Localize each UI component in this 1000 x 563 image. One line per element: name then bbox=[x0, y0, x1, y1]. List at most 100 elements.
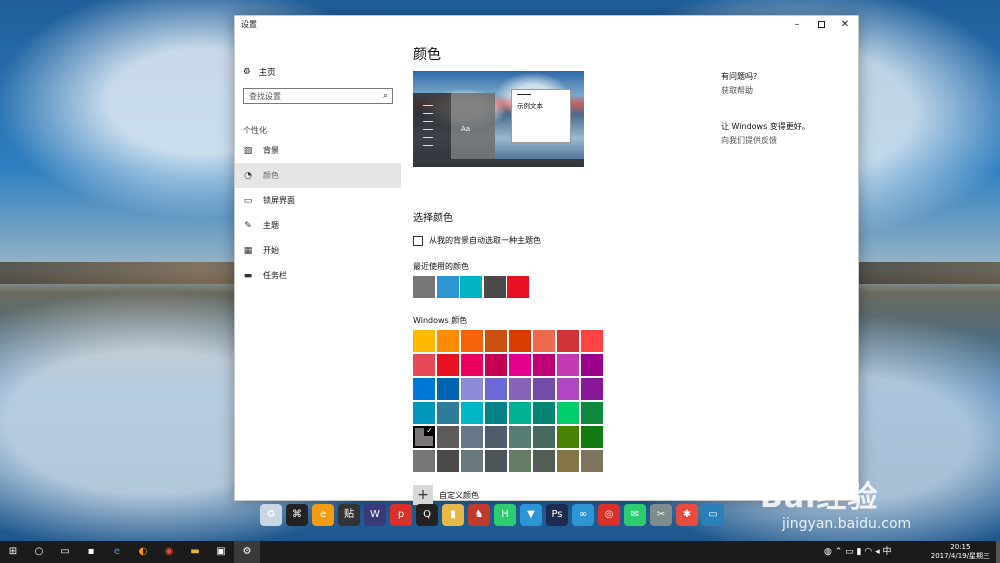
wizard-icon[interactable]: W bbox=[364, 504, 386, 526]
show-desktop-button[interactable] bbox=[996, 541, 1000, 563]
baidu-cloud-icon[interactable]: ∞ bbox=[572, 504, 594, 526]
color-swatch[interactable] bbox=[413, 354, 435, 376]
color-swatch[interactable] bbox=[533, 330, 555, 352]
color-swatch[interactable] bbox=[557, 450, 579, 472]
tray-icons[interactable]: ◍ ⌃ ▭ ▮ ◠ ◂ 中 bbox=[824, 541, 892, 563]
color-swatch[interactable] bbox=[509, 426, 531, 448]
close-button[interactable]: ✕ bbox=[832, 17, 858, 33]
sidebar-item-4[interactable]: ▦ 开始 bbox=[235, 238, 401, 263]
color-swatch[interactable] bbox=[533, 354, 555, 376]
color-swatch[interactable] bbox=[509, 450, 531, 472]
task-view-button[interactable]: ▭ bbox=[52, 541, 78, 563]
color-swatch[interactable] bbox=[413, 402, 435, 424]
color-swatch[interactable] bbox=[437, 378, 459, 400]
color-swatch[interactable] bbox=[557, 354, 579, 376]
color-swatch[interactable] bbox=[485, 354, 507, 376]
recent-color-swatch[interactable] bbox=[460, 276, 482, 298]
taskbar-edge[interactable]: e bbox=[104, 541, 130, 563]
color-swatch[interactable] bbox=[509, 330, 531, 352]
photoshop-icon[interactable]: Ps bbox=[546, 504, 568, 526]
color-swatch[interactable]: ✓ bbox=[413, 426, 435, 448]
color-swatch[interactable] bbox=[437, 354, 459, 376]
maximize-button[interactable] bbox=[808, 17, 834, 33]
game-icon[interactable]: ♞ bbox=[468, 504, 490, 526]
color-swatch[interactable] bbox=[413, 450, 435, 472]
home-link[interactable]: ⚙ 主页 bbox=[243, 64, 276, 80]
color-swatch[interactable] bbox=[413, 330, 435, 352]
color-swatch[interactable] bbox=[461, 378, 483, 400]
color-swatch[interactable] bbox=[485, 330, 507, 352]
feedback-link[interactable]: 向我们提供反馈 bbox=[721, 135, 777, 146]
search-box[interactable]: 查找设置 ⌕ bbox=[243, 88, 393, 104]
taskbar-music[interactable]: ◉ bbox=[156, 541, 182, 563]
remote-icon[interactable]: ▭ bbox=[702, 504, 724, 526]
taskbar-settings[interactable]: ⚙ bbox=[234, 541, 260, 563]
color-swatch[interactable] bbox=[485, 426, 507, 448]
taskbar-browser[interactable]: ◐ bbox=[130, 541, 156, 563]
color-swatch[interactable] bbox=[437, 450, 459, 472]
color-swatch[interactable] bbox=[437, 402, 459, 424]
browser-icon[interactable]: e bbox=[312, 504, 334, 526]
cleaner-icon[interactable]: ✱ bbox=[676, 504, 698, 526]
bookmark-icon[interactable]: ▼ bbox=[520, 504, 542, 526]
cortana-button[interactable]: ○ bbox=[26, 541, 52, 563]
auto-pick-row[interactable]: 从我的背景自动选取一种主题色 bbox=[413, 235, 541, 246]
get-help-link[interactable]: 获取帮助 bbox=[721, 85, 753, 96]
color-swatch[interactable] bbox=[437, 426, 459, 448]
auto-pick-checkbox[interactable] bbox=[413, 235, 423, 246]
color-swatch[interactable] bbox=[581, 330, 603, 352]
color-swatch[interactable] bbox=[581, 354, 603, 376]
netease-music-icon[interactable]: ◎ bbox=[598, 504, 620, 526]
color-swatch[interactable] bbox=[413, 378, 435, 400]
color-swatch[interactable] bbox=[461, 330, 483, 352]
color-swatch[interactable] bbox=[557, 378, 579, 400]
color-swatch[interactable] bbox=[533, 378, 555, 400]
color-swatch[interactable] bbox=[509, 378, 531, 400]
folder-icon[interactable]: ▮ bbox=[442, 504, 464, 526]
sidebar-item-2[interactable]: ▭ 锁屏界面 bbox=[235, 188, 401, 213]
custom-color-button[interactable]: + 自定义颜色 bbox=[413, 485, 479, 505]
color-swatch[interactable] bbox=[461, 450, 483, 472]
taskbar-explorer[interactable]: ▬ bbox=[182, 541, 208, 563]
taskbar-app-2[interactable]: ▣ bbox=[208, 541, 234, 563]
scissors-icon[interactable]: ✂ bbox=[650, 504, 672, 526]
sidebar-item-3[interactable]: ✎ 主题 bbox=[235, 213, 401, 238]
color-swatch[interactable] bbox=[581, 378, 603, 400]
search-icon[interactable]: ⌕ bbox=[383, 91, 388, 101]
recent-color-swatch[interactable] bbox=[413, 276, 435, 298]
recycle-bin-icon[interactable]: ♻ bbox=[260, 504, 282, 526]
color-swatch[interactable] bbox=[509, 402, 531, 424]
recent-color-swatch[interactable] bbox=[507, 276, 529, 298]
color-swatch[interactable] bbox=[509, 354, 531, 376]
recent-color-swatch[interactable] bbox=[436, 276, 459, 298]
color-swatch[interactable] bbox=[533, 402, 555, 424]
color-swatch[interactable] bbox=[581, 450, 603, 472]
tieba-icon[interactable]: 贴 bbox=[338, 504, 360, 526]
color-swatch[interactable] bbox=[461, 426, 483, 448]
color-swatch[interactable] bbox=[557, 402, 579, 424]
color-swatch[interactable] bbox=[461, 402, 483, 424]
wechat-icon[interactable]: ✉ bbox=[624, 504, 646, 526]
clock[interactable]: 20:15 2017/4/19/星期三 bbox=[931, 543, 990, 561]
color-swatch[interactable] bbox=[485, 402, 507, 424]
color-swatch[interactable] bbox=[437, 330, 459, 352]
color-swatch[interactable] bbox=[581, 402, 603, 424]
start-button[interactable]: ⊞ bbox=[0, 541, 26, 563]
color-swatch[interactable] bbox=[557, 330, 579, 352]
sidebar-item-0[interactable]: ▨ 背景 bbox=[235, 138, 401, 163]
color-swatch[interactable] bbox=[533, 450, 555, 472]
color-swatch[interactable] bbox=[461, 354, 483, 376]
sidebar-item-1[interactable]: ◔ 颜色 bbox=[235, 163, 401, 188]
minimize-button[interactable]: – bbox=[784, 17, 810, 33]
taskbar-app-1[interactable]: ▪ bbox=[78, 541, 104, 563]
qq-icon[interactable]: Q bbox=[416, 504, 438, 526]
color-swatch[interactable] bbox=[485, 450, 507, 472]
sidebar-item-5[interactable]: ▬ 任务栏 bbox=[235, 263, 401, 288]
color-swatch[interactable] bbox=[581, 426, 603, 448]
color-swatch[interactable] bbox=[533, 426, 555, 448]
color-swatch[interactable] bbox=[557, 426, 579, 448]
recent-color-swatch[interactable] bbox=[483, 276, 506, 298]
h-app-icon[interactable]: H bbox=[494, 504, 516, 526]
p-app-icon[interactable]: p bbox=[390, 504, 412, 526]
color-swatch[interactable] bbox=[485, 378, 507, 400]
